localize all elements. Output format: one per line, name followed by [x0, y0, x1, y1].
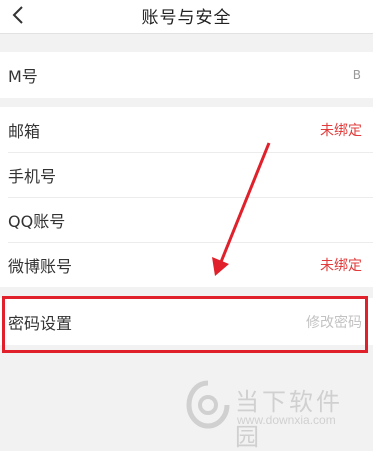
- m-number-value: B: [352, 67, 362, 82]
- watermark-url: www.downxia.com: [237, 413, 336, 427]
- account-section: M号 B: [0, 52, 373, 98]
- row-label: 手机号: [8, 166, 57, 186]
- watermark-logo-icon: [186, 380, 230, 429]
- header-bar: 账号与安全: [0, 0, 373, 34]
- row-label: 邮箱: [8, 121, 41, 141]
- row-qq[interactable]: QQ账号: [0, 197, 373, 242]
- row-email[interactable]: 邮箱 未绑定: [0, 107, 373, 152]
- email-status: 未绑定: [320, 122, 362, 139]
- row-m-number[interactable]: M号 B: [0, 52, 373, 97]
- row-label: QQ账号: [8, 211, 66, 231]
- page-title: 账号与安全: [141, 8, 232, 28]
- row-label: 微博账号: [8, 256, 73, 276]
- binding-section: 邮箱 未绑定 手机号 QQ账号 微博账号 未绑定: [0, 107, 373, 287]
- highlight-box: [2, 296, 368, 353]
- watermark: 当下软件园 www.downxia.com: [185, 377, 365, 451]
- row-weibo[interactable]: 微博账号 未绑定: [0, 242, 373, 287]
- row-label: M号: [8, 66, 38, 86]
- row-phone[interactable]: 手机号: [0, 152, 373, 197]
- weibo-status: 未绑定: [320, 257, 362, 274]
